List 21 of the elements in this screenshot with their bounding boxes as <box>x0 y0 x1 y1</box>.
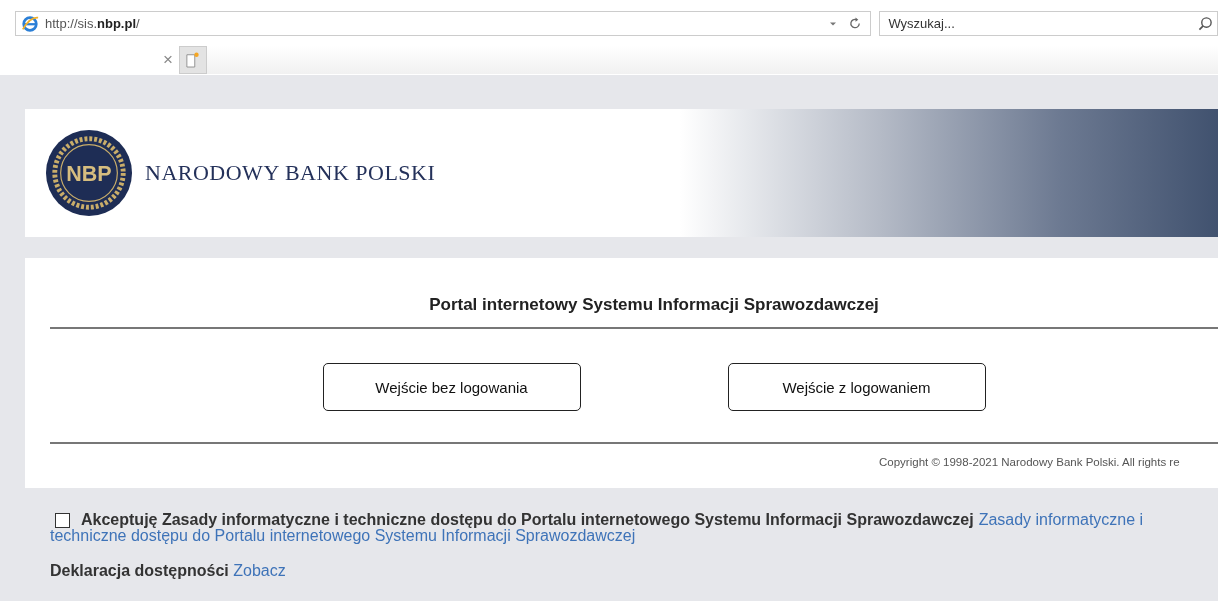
entry-button[interactable]: Wejście bez logowania <box>322 363 581 411</box>
policy-link[interactable]: Zasady informatyczne i <box>978 512 1144 528</box>
browser-logo-icon <box>21 14 39 33</box>
address-bar[interactable]: http://sis.nbp.pl/ <box>15 11 872 36</box>
tab-close-button[interactable]: × <box>163 50 173 70</box>
entry-button[interactable]: Wejście z logowaniem <box>727 363 986 411</box>
view-link[interactable]: Zobacz <box>233 562 286 579</box>
bank-logo: NBP <box>45 129 133 217</box>
policy-link[interactable]: techniczne dostępu do Portalu internetowego Systemu Informacji Sprawozdawczej <box>50 527 636 544</box>
accept-label: Akceptuję Zasady informatyczne i techniczne dostępu do Portalu internetowego Systemu Informacji Sprawozdawczej <box>81 512 974 528</box>
refresh-icon[interactable] <box>849 17 863 30</box>
search-field[interactable]: Wyszukaj... <box>879 11 1218 36</box>
bank-name: NARODOWY BANK POLSKI <box>145 160 436 186</box>
copyright-text: Copyright © 1998-2021 Narodowy Bank Polski. All rights re <box>878 455 1181 468</box>
dropdown-icon[interactable] <box>829 20 838 27</box>
new-tab-icon <box>186 52 200 68</box>
search-icon[interactable] <box>1198 16 1213 31</box>
accept-checkbox[interactable] <box>55 513 70 528</box>
accessibility-declaration: Deklaracja dostępności Zobacz <box>50 562 287 580</box>
url-text: http://sis.nbp.pl/ <box>45 16 141 31</box>
portal-title: Portal internetowy Systemu Informacji Sprawozdawczej <box>428 294 880 316</box>
